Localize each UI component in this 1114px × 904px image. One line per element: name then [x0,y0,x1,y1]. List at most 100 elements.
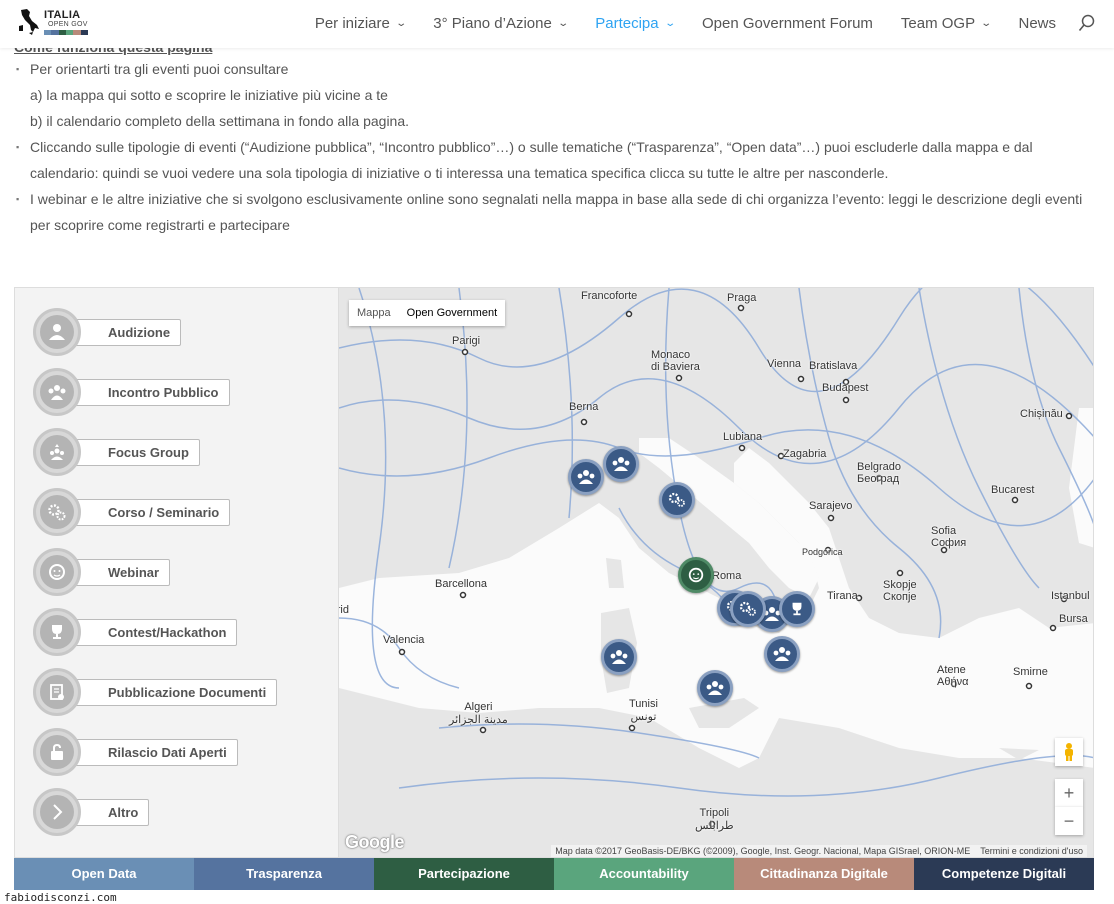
event-marker-webinar[interactable] [678,557,714,593]
city-label: Vienna [767,358,802,370]
zoom-in-button[interactable]: + [1055,779,1083,807]
group-icon [577,470,595,484]
event-marker-incontro-pubblico[interactable] [764,636,800,672]
event-marker-incontro-pubblico[interactable] [568,459,604,495]
group-icon [706,681,724,695]
webinar-face-icon [33,548,81,596]
gears-icon [33,488,81,536]
group-icon [612,457,630,471]
map-attribution: Map data ©2017 GeoBasis-DE/BKG (©2009), … [551,845,1087,857]
chevron-right-icon [33,788,81,836]
city-label: Podgorica [802,547,843,557]
chevron-down-icon: ⌄ [663,17,676,29]
webinar-face-icon [688,567,704,583]
logo-stripes [44,30,88,35]
search-icon[interactable] [1078,14,1096,32]
group-icon [773,647,791,661]
city-label: Praga [727,292,757,304]
logo-text-italia: ITALIA [44,9,81,21]
theme-competenze-digitali[interactable]: Competenze Digitali [914,858,1094,890]
italy-map-icon [19,9,39,35]
theme-filter-bar: Open Data Trasparenza Partecipazione Acc… [14,858,1094,890]
intro-subitem: a) la mappa qui sotto e scoprire le iniz… [30,87,388,103]
event-marker-corso-seminario[interactable] [659,482,695,518]
group-icon [33,368,81,416]
intro-item: I webinar e le altre iniziative che si s… [14,186,1094,238]
gears-icon [739,601,756,616]
google-logo[interactable]: Google [345,832,405,853]
map-type-open-government[interactable]: Open Government [399,300,506,326]
italia-open-gov-logo[interactable]: ITALIA OPEN GOV [18,6,90,40]
city-label: Bratislava [809,360,858,372]
city-label: Budapest [822,382,869,394]
logo-text-open-gov: OPEN GOV [48,21,88,28]
city-label: Zagabria [783,448,827,460]
city-label: Smirne [1013,666,1048,678]
city-label: Valencia [383,634,425,646]
events-map[interactable]: Mappa Open Government Francoforte Praga … [338,287,1094,858]
city-label: Barcellona [435,578,487,590]
event-marker-incontro-pubblico[interactable] [697,670,733,706]
theme-accountability[interactable]: Accountability [554,858,734,890]
event-marker-corso-seminario[interactable] [730,591,766,627]
city-label: Istanbul [1051,590,1090,602]
city-label: Madrid [339,604,349,616]
city-label: Bursa [1059,613,1088,625]
event-marker-contest-hackathon[interactable] [779,591,815,627]
city-label: Chișinău [1020,408,1063,420]
chevron-down-icon: ⌄ [557,17,569,29]
theme-cittadinanza-digitale[interactable]: Cittadinanza Digitale [734,858,914,890]
terms-link[interactable]: Termini e condizioni d'uso [980,846,1083,856]
nav-item-open-government-forum[interactable]: Open Government Forum [702,15,873,32]
nav-item-team-ogp[interactable]: Team OGP ⌄ [901,15,993,32]
intro-section: Come funziona questa pagina Per orientar… [14,40,1094,238]
city-label: Skopje Скопје [883,579,917,603]
event-marker-incontro-pubblico[interactable] [601,639,637,675]
theme-trasparenza[interactable]: Trasparenza [194,858,374,890]
group-icon [610,650,628,664]
document-icon [33,668,81,716]
trophy-icon [33,608,81,656]
city-label: Atene Αθήνα [937,664,969,688]
street-view-pegman-icon[interactable] [1055,738,1083,766]
city-label: Francoforte [581,290,638,302]
city-label: Tripoli طرابلس [695,807,734,832]
nav-item-partecipa[interactable]: Partecipa ⌄ [595,15,676,32]
intro-item: Per orientarti tra gli eventi puoi consu… [14,56,1094,82]
intro-item: Cliccando sulle tipologie di eventi (“Au… [14,134,1094,186]
city-label: Lubiana [723,431,763,443]
city-label: Tunisi تونس [629,698,658,723]
city-label: Bucarest [991,484,1035,496]
theme-partecipazione[interactable]: Partecipazione [374,858,554,890]
trophy-icon [792,602,802,616]
theme-open-data[interactable]: Open Data [14,858,194,890]
main-nav: Per iniziare ⌄ 3° Piano d’Azione ⌄ Parteci… [287,0,1096,46]
event-type-filter-panel: Audizione Incontro Pubblico Focus Group … [14,287,338,858]
focus-group-icon [33,428,81,476]
unlock-icon [33,728,81,776]
chevron-down-icon: ⌄ [395,17,407,29]
city-label: Sarajevo [809,500,853,512]
nav-item-piano-azione[interactable]: 3° Piano d’Azione ⌄ [433,15,569,32]
intro-list: Per orientarti tra gli eventi puoi consu… [14,56,1094,238]
chevron-down-icon: ⌄ [980,17,993,29]
map-type-mappa[interactable]: Mappa [349,300,399,326]
site-header: ITALIA OPEN GOV Per iniziare ⌄ 3° Piano d… [0,0,1114,48]
zoom-out-button[interactable]: − [1055,807,1083,835]
event-marker-incontro-pubblico[interactable] [603,446,639,482]
city-label: Sofia София [931,525,967,549]
nav-item-news[interactable]: News [1018,15,1056,32]
city-label: Berna [569,401,599,413]
city-label: Tirana [827,590,858,602]
watermark: fabiodisconzi.com [4,891,117,904]
city-label: Algeri مدينة الجزائر [449,701,508,726]
city-label: Parigi [452,335,481,347]
intro-subitem: b) il calendario completo della settiman… [30,113,410,129]
city-label: Belgrado Београд [857,461,902,485]
city-label: Monaco di Baviera [651,349,700,373]
city-label: Roma [712,570,742,582]
gears-icon [668,492,685,507]
map-type-control: Mappa Open Government [349,300,506,326]
nav-item-per-iniziare[interactable]: Per iniziare ⌄ [315,15,407,32]
person-icon [33,308,81,356]
